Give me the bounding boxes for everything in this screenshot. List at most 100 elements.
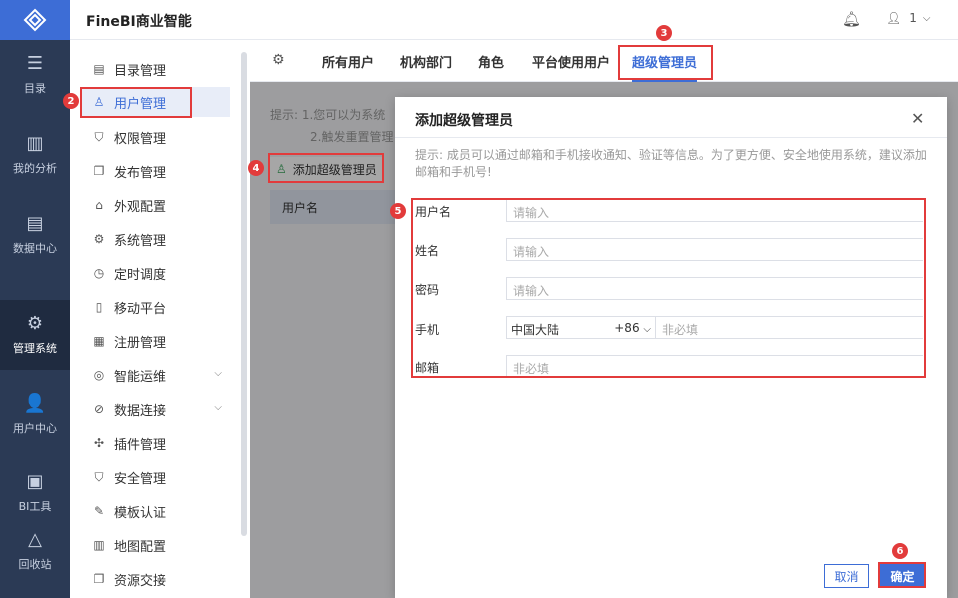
brush-icon: ⌂ xyxy=(95,198,103,212)
menu-item-template-certification[interactable]: ✎ 模板认证 xyxy=(80,496,230,526)
tab-label: 平台使用用户 xyxy=(532,55,611,71)
menu-item-smart-ops[interactable]: ◎ 智能运维 ⌵ xyxy=(80,360,230,390)
rail-item-management-system[interactable]: ⚙ 管理系统 xyxy=(0,300,70,370)
rail-item-label: 回收站 xyxy=(18,558,52,571)
menu-item-label: 移动平台 xyxy=(114,301,167,317)
menu-item-label: 系统管理 xyxy=(114,233,167,249)
list-icon: ▤ xyxy=(93,62,105,76)
rail-item-label: 数据中心 xyxy=(13,242,57,255)
mobile-icon: ▯ xyxy=(95,300,103,314)
rail-item-label: 管理系统 xyxy=(13,342,57,355)
tab-departments[interactable]: 机构部门 xyxy=(400,40,452,82)
menu-item-data-connection[interactable]: ⊘ 数据连接 ⌵ xyxy=(80,394,230,424)
annotation-box-confirm xyxy=(878,562,926,588)
menu-item-label: 外观配置 xyxy=(114,199,167,215)
user-menu[interactable]: 👤︎ 1 ⌵ xyxy=(886,11,930,25)
tab-all-users[interactable]: 所有用户 xyxy=(322,40,374,82)
puzzle-icon: ✣ xyxy=(93,436,105,450)
settings-gear-icon: ⚙ xyxy=(26,313,44,334)
gear-icon[interactable]: ⚙ xyxy=(272,52,285,68)
annotation-badge: 5 xyxy=(390,203,406,219)
menu-item-permission-management[interactable]: ⛉ 权限管理 xyxy=(80,122,230,152)
link-icon: ⊘ xyxy=(93,402,105,416)
tab-label: 角色 xyxy=(478,55,505,71)
chevron-down-icon: ⌵ xyxy=(214,402,222,413)
tab-bar: ⚙ 所有用户 机构部门 角色 平台使用用户 超级管理员 xyxy=(250,40,958,82)
annotation-box-user-management xyxy=(80,87,192,118)
close-icon[interactable]: ✕ xyxy=(911,109,924,128)
annotation-box-add-button xyxy=(268,153,384,183)
rail-item-catalog[interactable]: ☰ 目录 xyxy=(0,40,70,110)
menu-item-security-management[interactable]: ⛉ 安全管理 xyxy=(80,462,230,492)
dialog-divider xyxy=(395,137,947,138)
menu-item-catalog-management[interactable]: ▤ 目录管理 xyxy=(80,54,230,84)
rail-item-label: 目录 xyxy=(24,82,46,95)
menu-item-mobile-platform[interactable]: ▯ 移动平台 xyxy=(80,292,230,322)
menu-item-label: 资源交接 xyxy=(114,573,167,589)
tab-platform-users[interactable]: 平台使用用户 xyxy=(532,40,610,82)
catalog-icon: ☰ xyxy=(26,53,44,74)
left-rail: ☰ 目录 ▥ 我的分析 ▤ 数据中心 ⚙ 管理系统 👤 用户中心 ▣ BI工具 … xyxy=(0,0,70,598)
copy-icon: ❐ xyxy=(93,164,105,178)
menu-item-label: 注册管理 xyxy=(114,335,167,351)
ops-icon: ◎ xyxy=(93,368,105,382)
menu-item-plugin-management[interactable]: ✣ 插件管理 xyxy=(80,428,230,458)
menu-item-map-config[interactable]: ▥ 地图配置 xyxy=(80,530,230,560)
brand-title: FineBI商业智能 xyxy=(86,14,192,30)
certificate-icon: ✎ xyxy=(93,504,105,518)
user-center-icon: 👤 xyxy=(23,393,47,414)
top-bar: FineBI商业智能 🔔︎ 👤︎ 1 ⌵ xyxy=(70,0,958,40)
shield-icon: ⛉ xyxy=(94,129,104,144)
analysis-icon: ▥ xyxy=(26,133,44,154)
shield-icon: ⛉ xyxy=(94,469,104,484)
annotation-badge: 2 xyxy=(63,93,79,109)
menu-item-label: 定时调度 xyxy=(114,267,167,283)
menu-item-system-management[interactable]: ⚙ 系统管理 xyxy=(80,224,230,254)
chevron-down-icon: ⌵ xyxy=(922,12,931,24)
menu-item-appearance[interactable]: ⌂ 外观配置 xyxy=(80,190,230,220)
menu-item-registration[interactable]: ▦ 注册管理 xyxy=(80,326,230,356)
toolbox-icon: ▣ xyxy=(26,471,44,492)
user-icon: 👤︎ xyxy=(886,11,902,25)
menu-item-label: 安全管理 xyxy=(114,471,167,487)
recycle-bin-icon: △ xyxy=(28,529,42,550)
app-logo[interactable] xyxy=(0,0,70,40)
annotation-badge: 4 xyxy=(248,160,264,176)
menu-item-scheduling[interactable]: ◷ 定时调度 xyxy=(80,258,230,288)
rail-item-label: 我的分析 xyxy=(13,162,57,175)
cancel-button[interactable]: 取消 xyxy=(824,564,869,588)
bell-icon[interactable]: 🔔︎ xyxy=(842,10,861,28)
side-menu-scrollbar[interactable] xyxy=(241,52,247,536)
dialog-title: 添加超级管理员 xyxy=(415,113,513,129)
menu-item-label: 插件管理 xyxy=(114,437,167,453)
rail-item-user-center[interactable]: 👤 用户中心 xyxy=(0,380,70,450)
tab-label: 所有用户 xyxy=(322,55,375,71)
user-badge: 1 xyxy=(909,11,917,25)
menu-item-label: 权限管理 xyxy=(114,131,167,147)
rail-item-data-center[interactable]: ▤ 数据中心 xyxy=(0,200,70,270)
menu-item-label: 模板认证 xyxy=(114,505,167,521)
menu-item-resource-handover[interactable]: ❐ 资源交接 xyxy=(80,564,230,594)
menu-item-label: 目录管理 xyxy=(114,63,167,79)
dialog-hint: 提示: 成员可以通过邮箱和手机接收通知、验证等信息。为了更方便、安全地使用系统，… xyxy=(415,148,927,179)
logo-icon xyxy=(23,8,47,32)
menu-item-label: 数据连接 xyxy=(114,403,167,419)
menu-item-publish-management[interactable]: ❐ 发布管理 xyxy=(80,156,230,186)
annotation-badge: 3 xyxy=(656,25,672,41)
rail-item-label: BI工具 xyxy=(18,500,52,513)
menu-item-label: 发布管理 xyxy=(114,165,167,181)
rail-item-label: 用户中心 xyxy=(13,422,57,435)
rail-item-my-analysis[interactable]: ▥ 我的分析 xyxy=(0,120,70,190)
annotation-badge: 6 xyxy=(892,543,908,559)
gear-icon: ⚙ xyxy=(93,232,105,246)
annotation-box-super-admin-tab xyxy=(618,45,713,80)
annotation-box-form xyxy=(411,198,926,378)
chevron-down-icon: ⌵ xyxy=(214,368,222,379)
menu-item-label: 地图配置 xyxy=(114,539,167,555)
register-icon: ▦ xyxy=(93,334,105,348)
menu-item-label: 智能运维 xyxy=(114,369,167,385)
tab-roles[interactable]: 角色 xyxy=(478,40,504,82)
copy-icon: ❐ xyxy=(93,572,105,586)
rail-item-recycle-bin[interactable]: △ 回收站 xyxy=(0,516,70,586)
clock-icon: ◷ xyxy=(93,266,105,280)
